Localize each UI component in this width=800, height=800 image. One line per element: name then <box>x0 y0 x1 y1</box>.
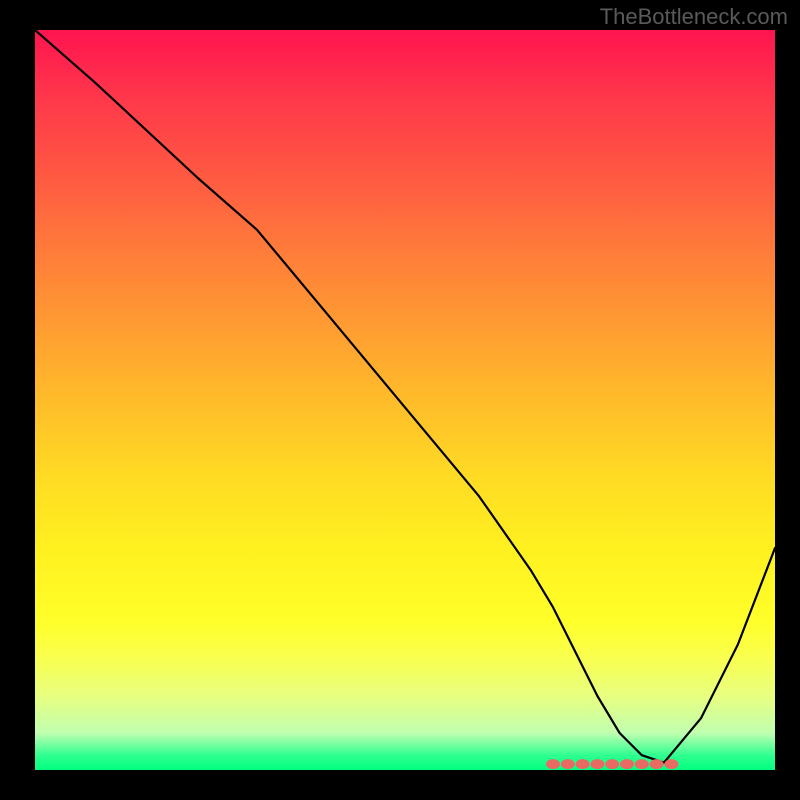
bottleneck-curve <box>35 30 775 770</box>
optimal-markers <box>35 30 775 770</box>
watermark-text: TheBottleneck.com <box>600 4 788 30</box>
optimal-marker <box>650 759 664 769</box>
marker-group <box>546 759 678 769</box>
curve-path <box>35 30 775 763</box>
optimal-marker <box>546 759 560 769</box>
optimal-marker <box>590 759 604 769</box>
optimal-marker <box>635 759 649 769</box>
optimal-marker <box>576 759 590 769</box>
optimal-marker <box>620 759 634 769</box>
chart-plot-area <box>35 30 775 770</box>
optimal-marker <box>605 759 619 769</box>
optimal-marker <box>664 759 678 769</box>
optimal-marker <box>561 759 575 769</box>
